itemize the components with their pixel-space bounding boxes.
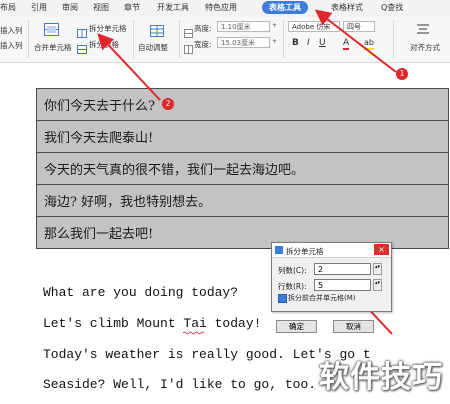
merge-before-split-label: 拆分前合并单元格(M) (288, 294, 356, 302)
step-badge-1: 1 (396, 68, 408, 80)
step-badge-2: 2 (162, 98, 174, 110)
ok-button[interactable]: 确定 (276, 320, 317, 333)
dialog-title-bar: 拆分单元格 × (272, 243, 391, 258)
app-icon (275, 246, 283, 254)
dialog-close-button[interactable]: × (374, 244, 389, 255)
split-cells-dialog: 拆分单元格 × 列数(C): 2 ▴▾ 行数(R): 5 ▴▾ 拆分前合并单元格… (271, 242, 392, 312)
dialog-title: 拆分单元格 (286, 247, 324, 256)
merge-before-split-checkbox[interactable] (278, 294, 287, 303)
watermark-text: 软件技巧 (319, 360, 443, 395)
annotation-arrows (97, 9, 397, 335)
rows-input[interactable]: 5 (314, 279, 371, 291)
columns-label: 列数(C): (278, 266, 307, 275)
columns-input[interactable]: 2 (314, 263, 371, 275)
cancel-button[interactable]: 取消 (333, 320, 374, 333)
rows-label: 行数(R): (278, 282, 307, 291)
columns-stepper[interactable]: ▴▾ (373, 263, 382, 275)
rows-stepper[interactable]: ▴▾ (373, 279, 382, 291)
